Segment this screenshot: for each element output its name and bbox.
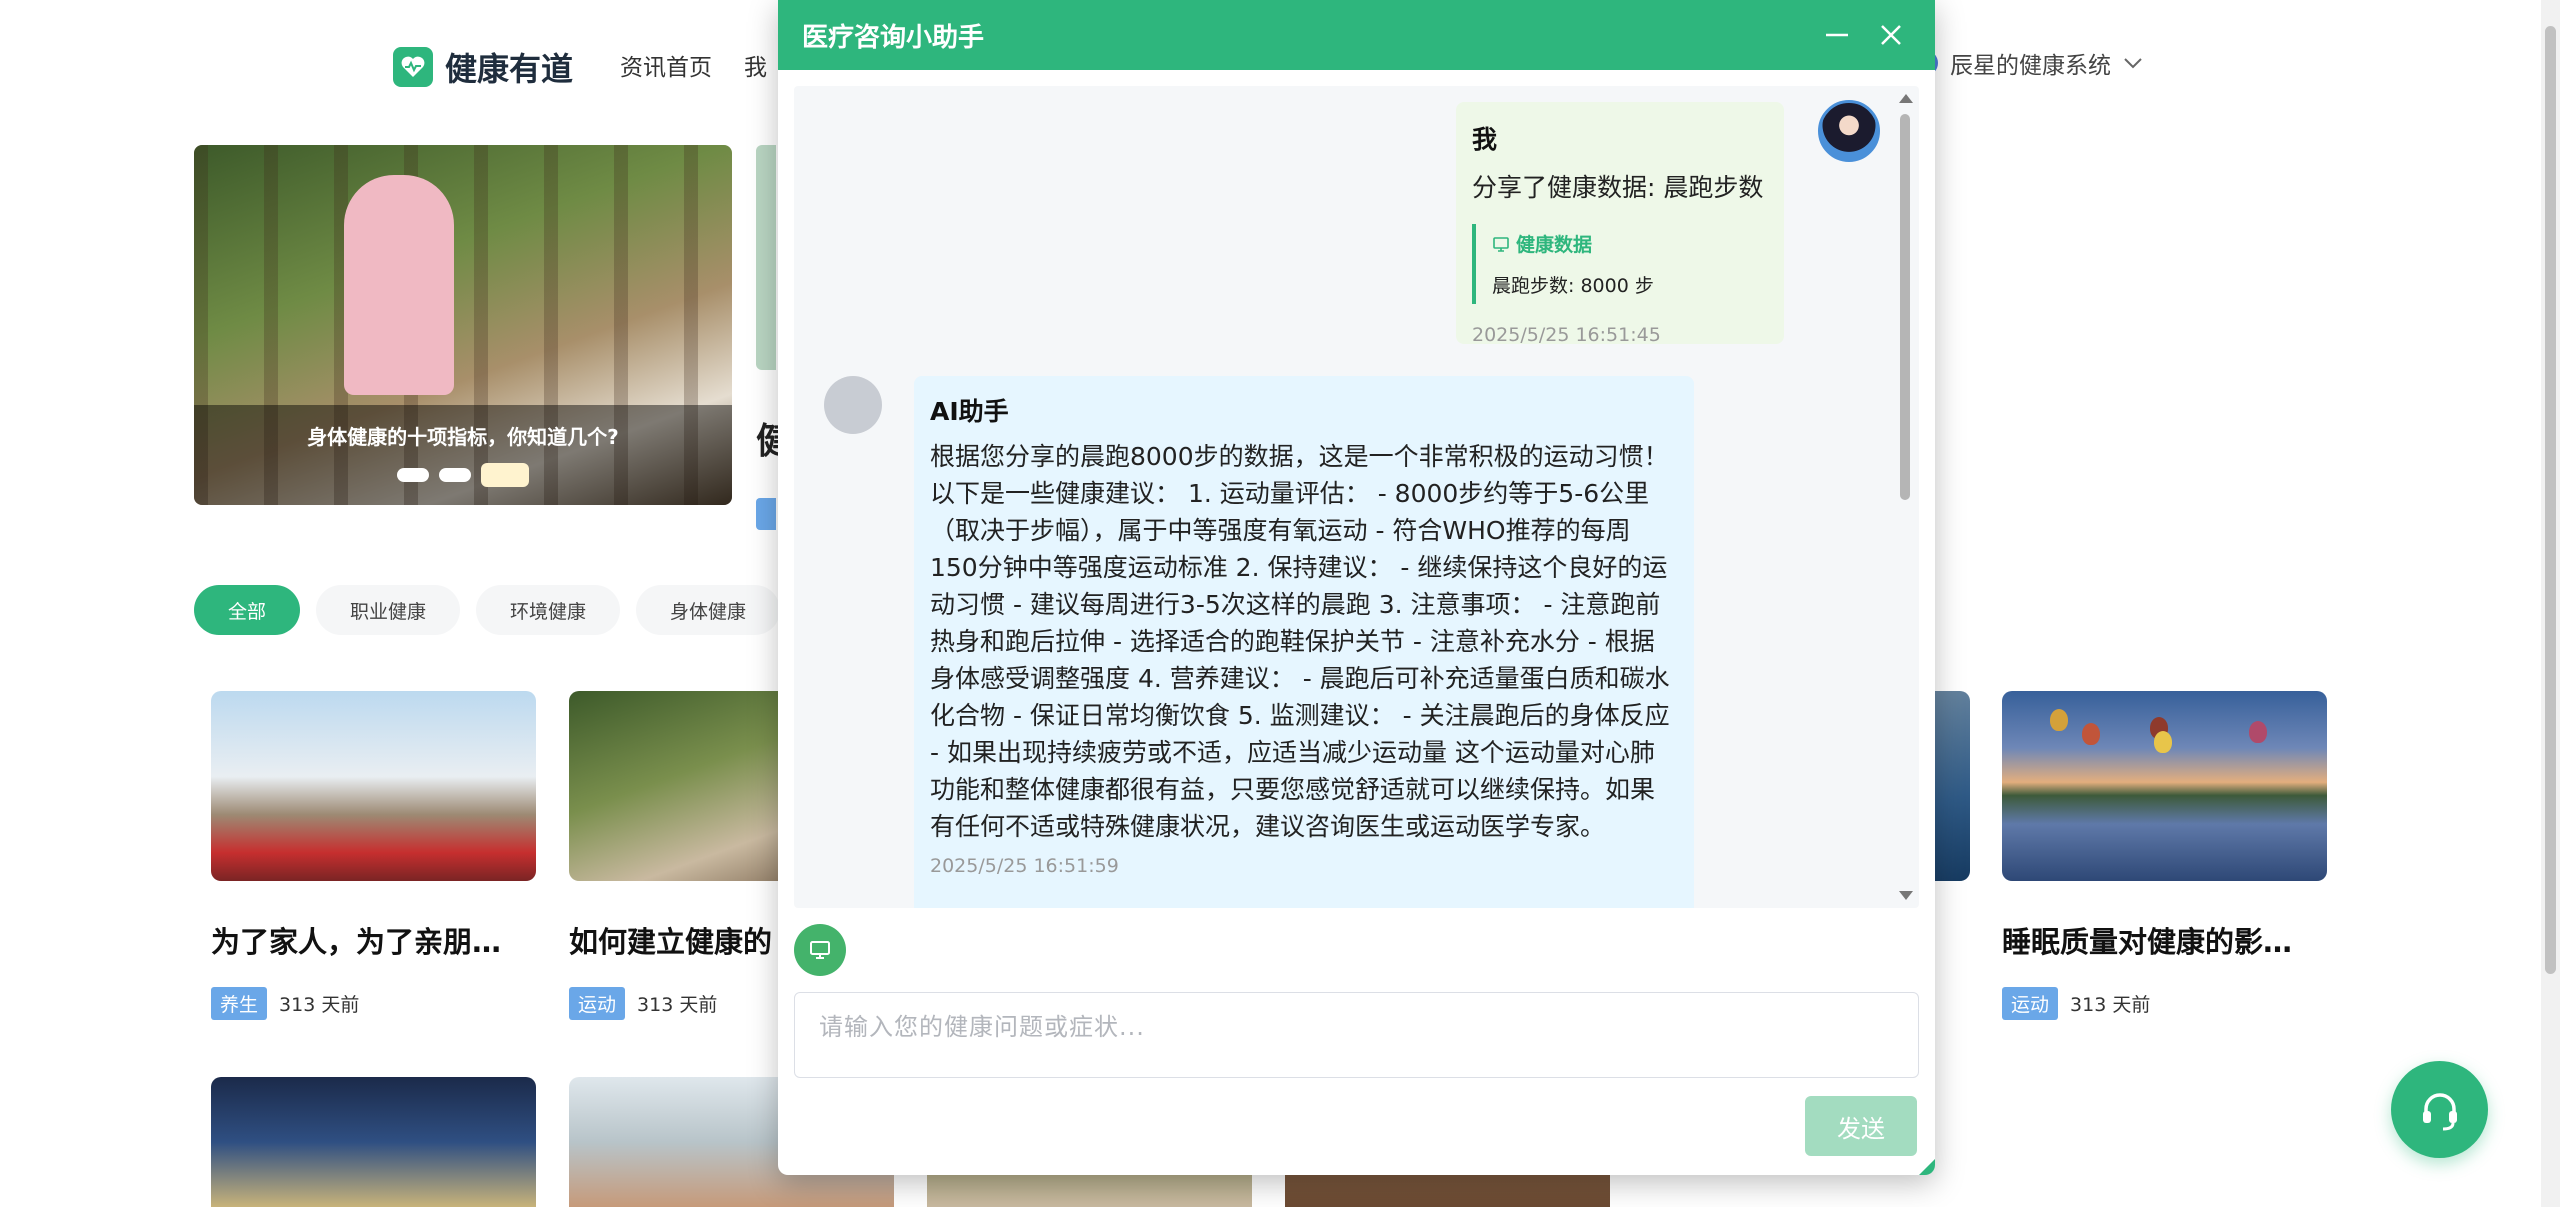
article-meta: 养生 313 天前 bbox=[211, 987, 536, 1020]
banner-carousel[interactable]: 身体健康的十项指标，你知道几个? bbox=[194, 145, 732, 505]
scroll-down-arrow[interactable] bbox=[1899, 891, 1913, 900]
chat-scrollbar[interactable] bbox=[1895, 86, 1915, 908]
medical-chat-dialog: 医疗咨询小助手 我 分享了健康数据: 晨跑步数 健康数据 晨跑步数: 8000 … bbox=[778, 0, 1935, 1175]
site-logo[interactable]: 健康有道 bbox=[393, 44, 573, 90]
tab-environmental-health[interactable]: 环境健康 bbox=[476, 585, 621, 635]
article-meta: 运动 313 天前 bbox=[2002, 987, 2327, 1020]
dialog-header: 医疗咨询小助手 bbox=[778, 0, 1935, 70]
tab-physical-health[interactable]: 身体健康 bbox=[636, 585, 781, 635]
balloon bbox=[2082, 723, 2100, 745]
share-health-data-button[interactable] bbox=[794, 924, 846, 976]
user-menu[interactable]: 辰星的健康系统 bbox=[1912, 46, 2143, 80]
article-tag: 养生 bbox=[211, 987, 268, 1020]
article-thumbnail bbox=[2002, 691, 2327, 881]
page-scrollbar[interactable] bbox=[2541, 0, 2560, 1207]
article-time: 313 天前 bbox=[279, 994, 360, 1016]
message-sender: AI助手 bbox=[930, 397, 1009, 426]
headset-icon bbox=[2422, 1092, 2457, 1130]
site-name: 健康有道 bbox=[445, 50, 574, 88]
message-timestamp: 2025/5/25 16:51:45 bbox=[1472, 324, 1661, 347]
balloon bbox=[2249, 721, 2267, 743]
close-button[interactable] bbox=[1871, 15, 1911, 55]
carousel-dot[interactable] bbox=[439, 468, 471, 482]
ai-message: AI助手 根据您分享的晨跑8000步的数据，这是一个非常积极的运动习惯！以下是一… bbox=[914, 376, 1694, 908]
shared-data-value: 晨跑步数: 8000 步 bbox=[1492, 275, 1654, 298]
shared-health-data-card[interactable]: 健康数据 晨跑步数: 8000 步 bbox=[1472, 224, 1768, 305]
article-card[interactable]: 为了家人，为了亲朋… 养生 313 天前 bbox=[211, 691, 536, 1020]
send-button[interactable]: 发送 bbox=[1805, 1096, 1917, 1156]
banner-side-image bbox=[756, 145, 776, 370]
customer-support-button[interactable] bbox=[2391, 1061, 2488, 1158]
banner-caption-bar bbox=[194, 405, 732, 505]
user-message: 我 分享了健康数据: 晨跑步数 健康数据 晨跑步数: 8000 步 2025/5… bbox=[1456, 102, 1784, 347]
resize-handle[interactable] bbox=[1919, 1159, 1935, 1175]
article-title: 为了家人，为了亲朋… bbox=[211, 925, 502, 959]
category-tabs: 全部 职业健康 环境健康 身体健康 bbox=[194, 585, 781, 635]
carousel-indicators bbox=[194, 463, 732, 487]
message-sender: 我 bbox=[1472, 125, 1498, 154]
ai-avatar bbox=[824, 376, 882, 434]
main-nav: 资讯首页 我 bbox=[620, 48, 767, 82]
nav-home[interactable]: 资讯首页 bbox=[620, 48, 712, 82]
article-tag: 运动 bbox=[569, 987, 626, 1020]
message-text: 分享了健康数据: 晨跑步数 bbox=[1472, 173, 1764, 202]
article-time: 313 天前 bbox=[2070, 994, 2151, 1016]
banner-caption: 身体健康的十项指标，你知道几个? bbox=[307, 425, 619, 449]
article-card[interactable]: 睡眠质量对健康的影… 运动 313 天前 bbox=[2002, 691, 2327, 1020]
carousel-dot-active[interactable] bbox=[481, 463, 529, 487]
article-time: 313 天前 bbox=[637, 994, 718, 1016]
chart-icon bbox=[810, 941, 830, 959]
user-menu-label: 辰星的健康系统 bbox=[1950, 53, 2111, 79]
question-input[interactable] bbox=[794, 992, 1919, 1078]
message-text: 根据您分享的晨跑8000步的数据，这是一个非常积极的运动习惯！以下是一些健康建议… bbox=[930, 442, 1670, 841]
chat-scrollbar-thumb[interactable] bbox=[1900, 114, 1910, 500]
message-timestamp: 2025/5/25 16:51:59 bbox=[930, 855, 1119, 877]
article-title: 睡眠质量对健康的影… bbox=[2002, 925, 2293, 959]
shared-data-title: 健康数据 bbox=[1516, 234, 1593, 257]
chat-messages[interactable]: 我 分享了健康数据: 晨跑步数 健康数据 晨跑步数: 8000 步 2025/5… bbox=[794, 86, 1919, 908]
close-icon bbox=[1881, 25, 1901, 45]
article-thumbnail-row2[interactable] bbox=[211, 1077, 536, 1207]
page-scrollbar-thumb[interactable] bbox=[2545, 26, 2556, 974]
tab-all[interactable]: 全部 bbox=[194, 585, 301, 635]
carousel-dot[interactable] bbox=[397, 468, 429, 482]
dialog-title: 医疗咨询小助手 bbox=[802, 22, 985, 53]
article-thumbnail bbox=[211, 691, 536, 881]
minimize-button[interactable] bbox=[1817, 15, 1857, 55]
tab-occupational-health[interactable]: 职业健康 bbox=[316, 585, 461, 635]
banner-side-tag bbox=[756, 498, 776, 530]
banner-figure bbox=[344, 175, 454, 395]
minimize-icon bbox=[1826, 33, 1848, 37]
scroll-up-arrow[interactable] bbox=[1899, 94, 1913, 103]
heart-monitor-icon bbox=[393, 47, 433, 87]
chart-icon bbox=[1493, 236, 1509, 252]
article-tag: 运动 bbox=[2002, 987, 2059, 1020]
user-avatar bbox=[1818, 100, 1880, 162]
balloon bbox=[2050, 709, 2068, 731]
balloon bbox=[2154, 731, 2172, 753]
chevron-down-icon bbox=[2124, 58, 2142, 69]
nav-mine[interactable]: 我 bbox=[744, 48, 767, 82]
shared-data-label: 健康数据 bbox=[1492, 230, 1768, 257]
